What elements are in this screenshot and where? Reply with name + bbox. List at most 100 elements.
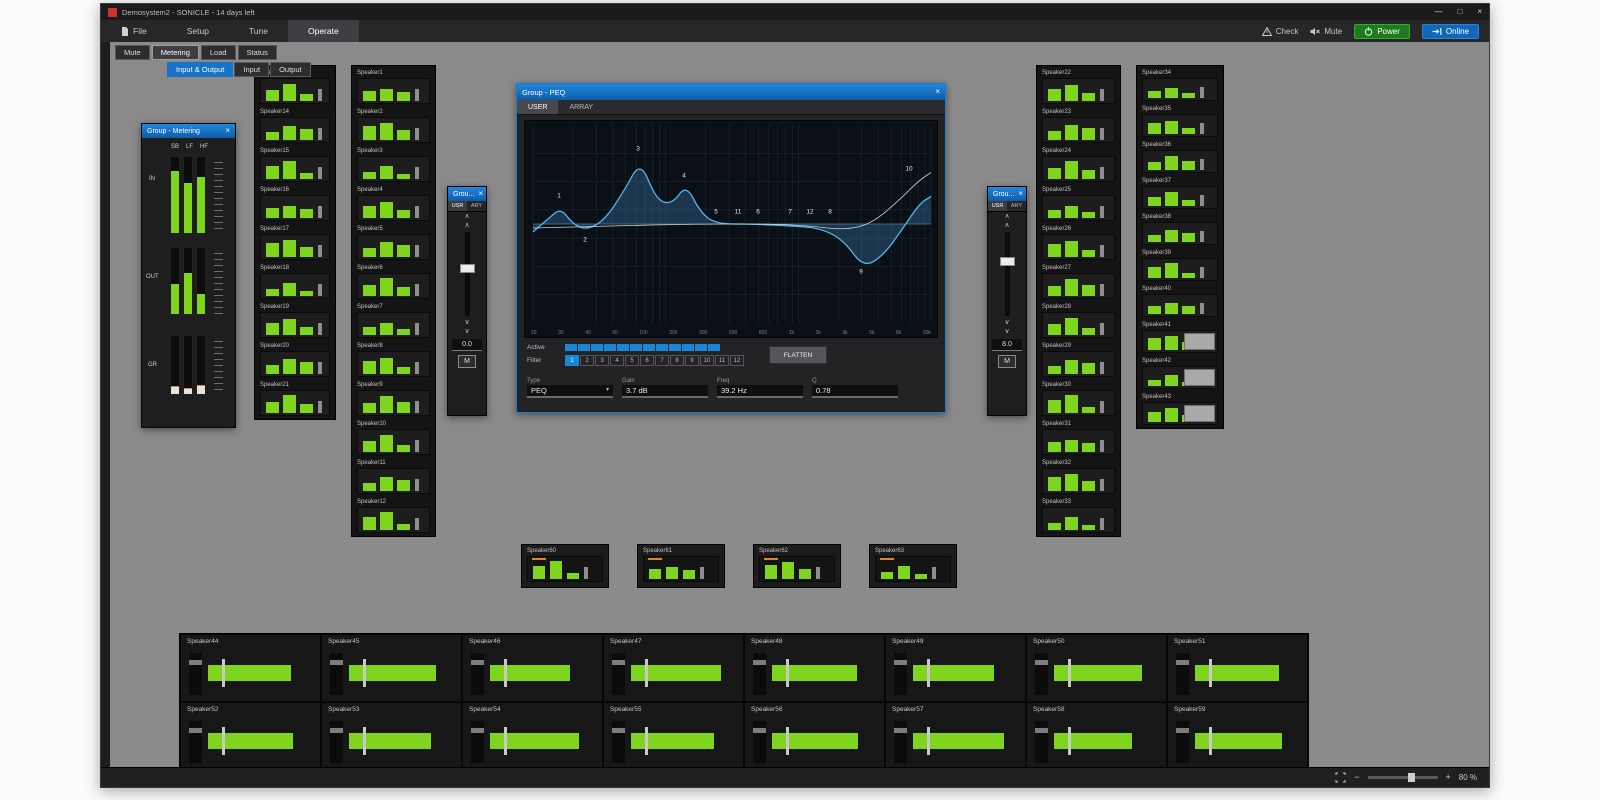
fader-handle[interactable]	[1100, 206, 1104, 218]
speaker-meter-item[interactable]: Speaker12	[352, 496, 435, 535]
filter-button-10[interactable]: 10	[700, 355, 714, 366]
mini-speaker-panel[interactable]: Speaker60	[521, 544, 609, 588]
fader-handle[interactable]	[1100, 440, 1104, 452]
menu-item-tune[interactable]: Tune	[229, 20, 288, 42]
fader-handle[interactable]	[415, 128, 419, 140]
speaker-meter-item[interactable]: Speaker39	[1137, 247, 1223, 283]
fader-handle[interactable]	[415, 323, 419, 335]
fader-handle[interactable]	[1100, 479, 1104, 491]
fader-handle[interactable]	[1068, 659, 1071, 687]
cell-fader-handle[interactable]	[471, 728, 484, 733]
tab-user[interactable]: USER	[517, 100, 558, 114]
zoom-slider-knob[interactable]	[1408, 773, 1415, 782]
speaker-meter-item[interactable]: Speaker33	[1037, 496, 1120, 535]
submenu-item[interactable]: Output	[270, 62, 311, 77]
speaker-meter-item[interactable]: Speaker5	[352, 223, 435, 262]
filter-button-11[interactable]: 11	[715, 355, 729, 366]
fader-close-icon[interactable]: ×	[1018, 187, 1023, 201]
speaker-meter-item[interactable]: Speaker36	[1137, 139, 1223, 175]
fader-handle[interactable]	[504, 659, 507, 687]
filter-button-7[interactable]: 7	[655, 355, 669, 366]
menu-item-file[interactable]: File	[101, 20, 167, 42]
mini-speaker-panel[interactable]: Speaker61	[637, 544, 725, 588]
fader-handle[interactable]	[1200, 267, 1204, 278]
fader-handle[interactable]	[318, 401, 322, 413]
fader-handle[interactable]	[504, 727, 507, 755]
tab-array[interactable]: ARRAY	[558, 100, 604, 114]
fader-handle[interactable]	[584, 567, 588, 579]
cell-fader-handle[interactable]	[471, 660, 484, 665]
nudge-down-fast-icon[interactable]: ∨	[988, 327, 1026, 336]
speaker-meter-item[interactable]: Speaker18	[255, 262, 335, 301]
tab-usr[interactable]: USR	[448, 201, 467, 211]
speaker-meter-item[interactable]: Speaker22	[1037, 67, 1120, 106]
mini-speaker-panel[interactable]: Speaker62	[753, 544, 841, 588]
fader-handle[interactable]	[1100, 245, 1104, 257]
fader-handle[interactable]	[318, 245, 322, 257]
toolbar-button-mute[interactable]: Mute	[115, 45, 150, 60]
fader-handle[interactable]	[1200, 123, 1204, 134]
fader-handle[interactable]	[318, 284, 322, 296]
fader-handle[interactable]	[415, 245, 419, 257]
speaker-meter-item[interactable]: Speaker26	[1037, 223, 1120, 262]
toolbar-button-metering[interactable]: Metering	[152, 45, 199, 60]
speaker-meter-item[interactable]: Speaker7	[352, 301, 435, 340]
fader-handle[interactable]	[415, 518, 419, 530]
fader-handle[interactable]	[1100, 323, 1104, 335]
filter-button-12[interactable]: 12	[730, 355, 744, 366]
speaker-grid-cell[interactable]: Speaker55	[603, 702, 744, 767]
peq-close-icon[interactable]: ×	[935, 85, 940, 99]
metering-close-icon[interactable]: ×	[225, 124, 230, 138]
fader-handle[interactable]	[1209, 659, 1212, 687]
submenu-item[interactable]: Input & Output	[167, 62, 233, 77]
fader-handle[interactable]	[1100, 362, 1104, 374]
speaker-meter-item[interactable]: Speaker17	[255, 223, 335, 262]
nudge-up-fast-icon[interactable]: ∧	[448, 221, 486, 230]
fader-handle[interactable]	[1100, 518, 1104, 530]
fader-handle[interactable]	[222, 659, 225, 687]
fader-handle[interactable]	[415, 89, 419, 101]
fader-handle[interactable]	[222, 727, 225, 755]
fader-mute-button[interactable]: M	[458, 355, 476, 368]
cell-fader-handle[interactable]	[1176, 660, 1189, 665]
check-button[interactable]: Check	[1262, 27, 1299, 36]
speaker-meter-item[interactable]: Speaker30	[1037, 379, 1120, 418]
cell-fader-handle[interactable]	[612, 728, 625, 733]
fader-handle[interactable]	[1068, 727, 1071, 755]
cell-fader-handle[interactable]	[612, 660, 625, 665]
speaker-meter-item[interactable]: Speaker28	[1037, 301, 1120, 340]
speaker-grid-cell[interactable]: Speaker56	[744, 702, 885, 767]
speaker-meter-item[interactable]: Speaker40	[1137, 283, 1223, 319]
speaker-grid-cell[interactable]: Speaker58	[1026, 702, 1167, 767]
speaker-meter-item[interactable]: Speaker9	[352, 379, 435, 418]
fader-titlebar[interactable]: Grou... ×	[988, 187, 1026, 201]
submenu-item[interactable]: Input	[234, 62, 269, 77]
fader-knob[interactable]	[1000, 257, 1015, 266]
fader-handle[interactable]	[1100, 89, 1104, 101]
eq-filter-point[interactable]: 1	[557, 193, 561, 200]
mute-button[interactable]: Mute	[1310, 27, 1342, 36]
speaker-grid-cell[interactable]: Speaker53	[321, 702, 462, 767]
power-button[interactable]: Power	[1354, 24, 1410, 39]
fader-handle[interactable]	[1200, 303, 1204, 314]
fader-handle[interactable]	[700, 567, 704, 579]
tab-usr[interactable]: USR	[988, 201, 1007, 211]
fader-handle[interactable]	[415, 401, 419, 413]
filter-button-8[interactable]: 8	[670, 355, 684, 366]
fader-handle[interactable]	[318, 362, 322, 374]
fader-handle[interactable]	[318, 89, 322, 101]
eq-filter-point[interactable]: 7	[788, 209, 792, 216]
metering-panel-titlebar[interactable]: Group - Metering ×	[142, 124, 235, 138]
fader-knob[interactable]	[460, 264, 475, 273]
speaker-grid-cell[interactable]: Speaker59	[1167, 702, 1308, 767]
fader-handle[interactable]	[645, 659, 648, 687]
fader-track[interactable]	[465, 232, 470, 316]
cell-fader-handle[interactable]	[330, 660, 343, 665]
fader-handle[interactable]	[415, 167, 419, 179]
speaker-meter-item[interactable]: Speaker41	[1137, 319, 1223, 355]
eq-filter-point[interactable]: 2	[583, 237, 587, 244]
minimize-button[interactable]: —	[1434, 4, 1442, 20]
fader-handle[interactable]	[786, 727, 789, 755]
fader-handle[interactable]	[318, 206, 322, 218]
fader-handle[interactable]	[786, 659, 789, 687]
